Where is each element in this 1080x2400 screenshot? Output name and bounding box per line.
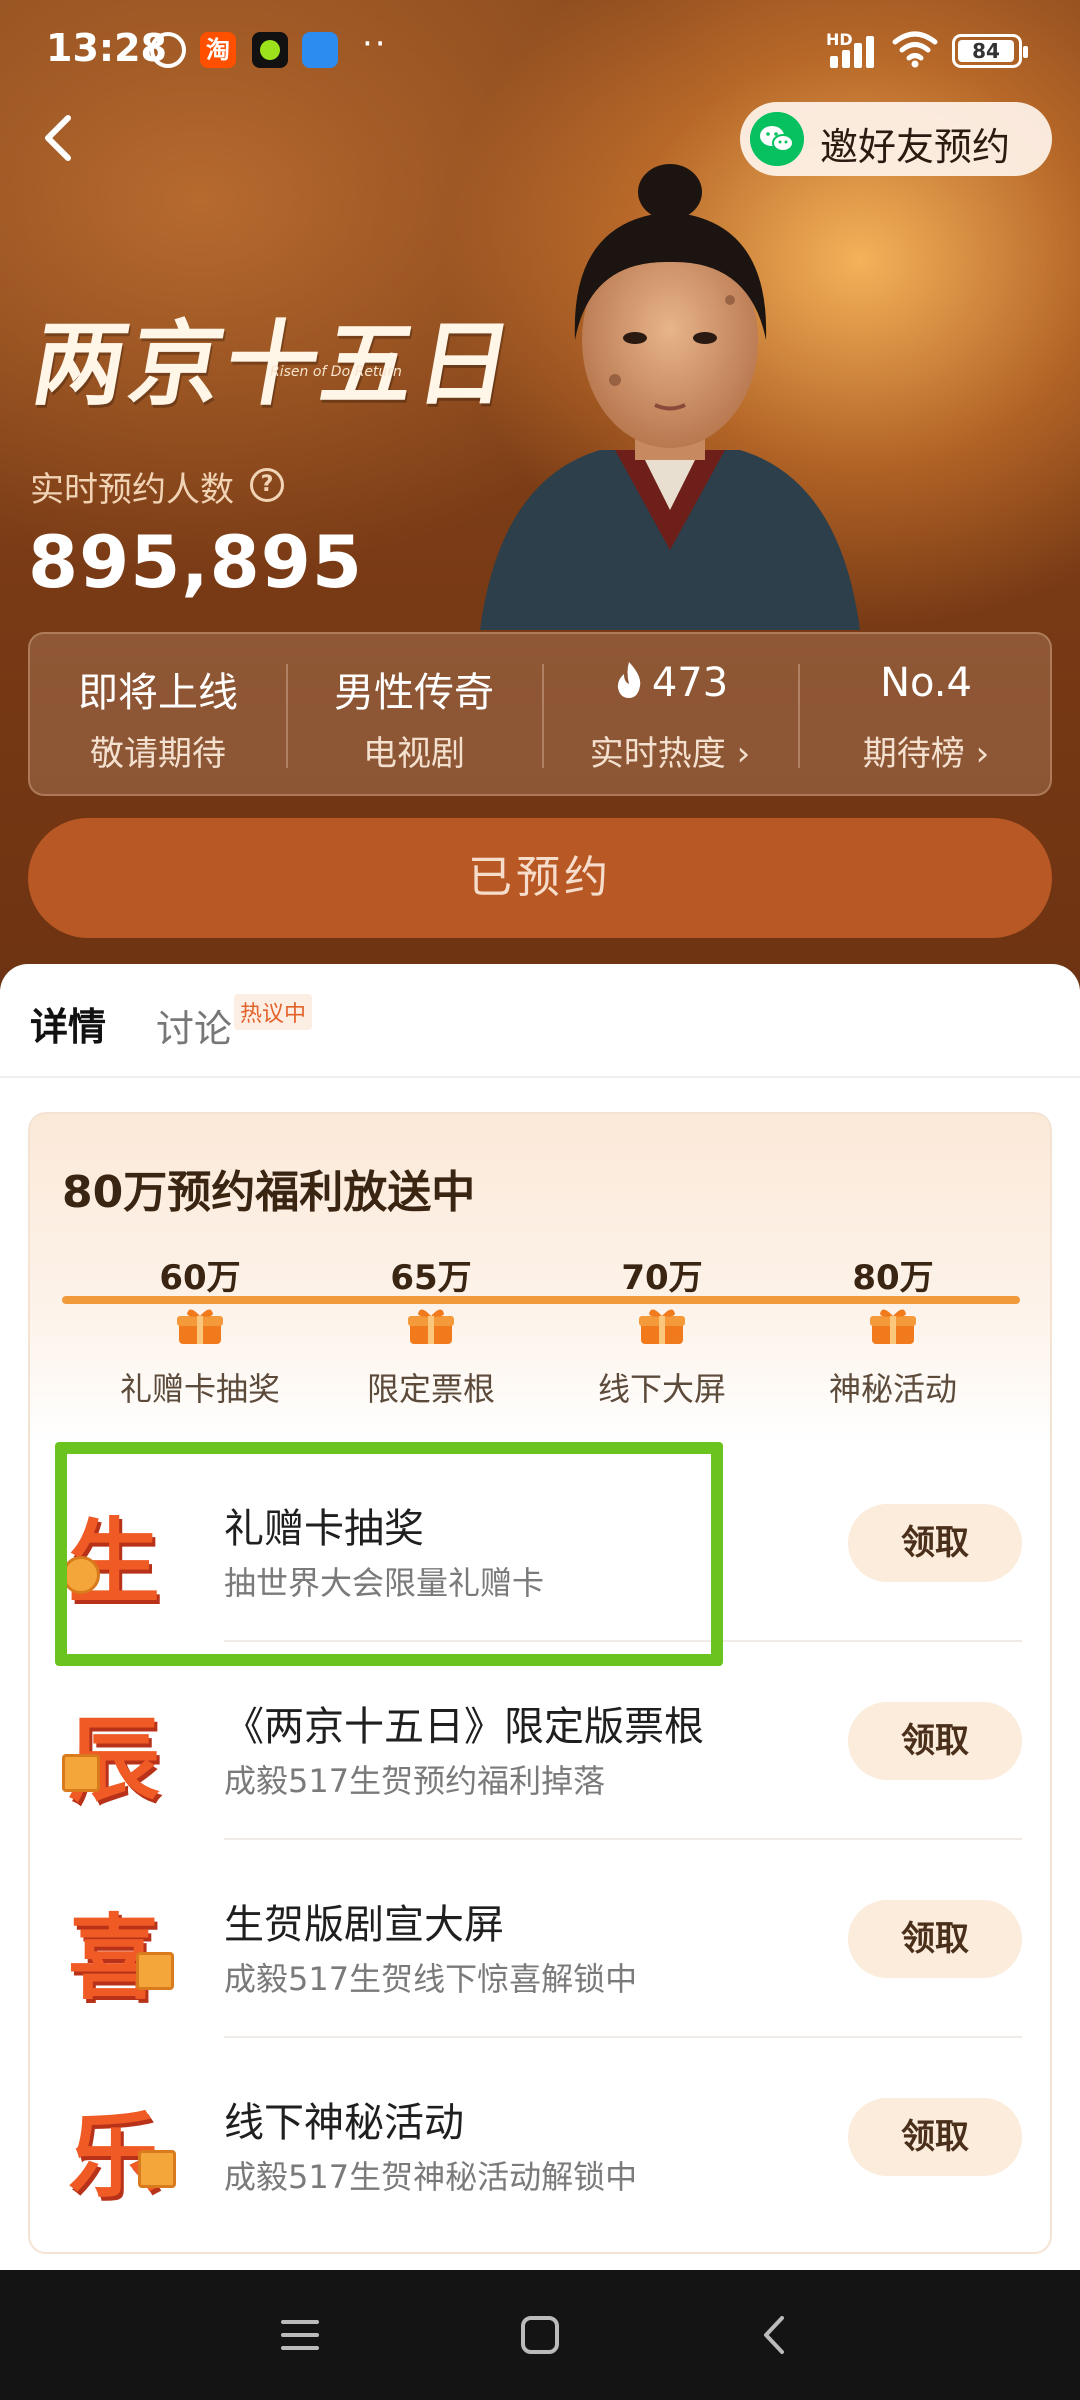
tab-divider (0, 1076, 1080, 1078)
reward-subtitle: 成毅517生贺线下惊喜解锁中 (224, 1960, 638, 1998)
milestone-name: 礼赠卡抽奖 (119, 1370, 280, 1408)
reward-title: 生贺版剧宣大屏 (224, 1902, 504, 1948)
reserved-button[interactable]: 已预约 (28, 818, 1052, 938)
reward-item: 喜 生贺版剧宣大屏 成毅517生贺线下惊喜解锁中 领取 (30, 1840, 1054, 2038)
battery-level: 84 (958, 40, 1014, 62)
app-notification-icon (252, 32, 288, 68)
milestone-name: 限定票根 (366, 1370, 495, 1408)
status-bar: 13:28 淘 ·· HD 84 (0, 0, 1080, 100)
reward-subtitle: 成毅517生贺预约福利掉落 (224, 1762, 606, 1800)
show-title-logo-subtitle: Risen of Do Return (270, 364, 402, 380)
reward-badge-char: 乐 (68, 2102, 161, 2210)
stat-caption: 电视剧 (363, 734, 465, 774)
stat-value: 即将上线 (78, 670, 238, 716)
home-icon[interactable] (515, 2310, 565, 2360)
more-notifications-icon: ·· (362, 24, 388, 64)
alarm-icon (150, 32, 186, 68)
gift-icon (639, 1309, 685, 1344)
flame-icon (617, 662, 641, 698)
wifi-icon (892, 31, 938, 68)
stat-release-status: 即将上线 敬请期待 (30, 634, 286, 798)
welfare-card: 80万预约福利放送中 60万 礼赠卡抽奖 65万 限定票根 70万 线下大屏 8… (28, 1112, 1052, 2254)
gift-icon (177, 1309, 223, 1344)
actor-portrait (480, 164, 860, 630)
taobao-icon: 淘 (200, 32, 236, 68)
milestone-amount: 80万 (852, 1258, 934, 1298)
reservation-count-label: 实时预约人数 (30, 470, 234, 510)
milestone-amount: 60万 (159, 1258, 241, 1298)
tab-discussion[interactable]: 讨论 (156, 998, 232, 1053)
stat-value: 男性传奇 (334, 670, 494, 716)
message-notification-icon (302, 32, 338, 68)
reward-badge-icon: 乐 (62, 2078, 182, 2210)
stat-caption: 敬请期待 (90, 734, 226, 774)
stat-value: 473 (651, 660, 729, 706)
question-circle-icon[interactable]: ? (250, 468, 284, 502)
stat-expectation-rank[interactable]: No.4 期待榜 › (798, 634, 1054, 798)
status-time: 13:28 (46, 26, 167, 70)
stat-genre: 男性传奇 电视剧 (286, 634, 542, 798)
reward-title: 线下神秘活动 (224, 2100, 464, 2146)
menu-icon[interactable] (275, 2310, 325, 2360)
stat-live-heat[interactable]: 473 实时热度 › (542, 634, 798, 798)
milestone-amount: 70万 (621, 1258, 703, 1298)
stat-caption: 期待榜 › (862, 734, 990, 774)
back-arrow-icon[interactable] (30, 108, 90, 168)
system-navigation-bar (0, 2270, 1080, 2400)
screen-icon (136, 1952, 174, 1990)
gift-icon (870, 1309, 916, 1344)
reward-badge-icon: 辰 (62, 1682, 182, 1814)
claim-button[interactable]: 领取 (848, 2098, 1022, 2176)
tab-detail[interactable]: 详情 (30, 996, 106, 1051)
signal-icon (830, 34, 880, 68)
reward-item: 辰 《两京十五日》限定版票根 成毅517生贺预约福利掉落 领取 (30, 1642, 1054, 1840)
stat-value: No.4 (880, 660, 972, 706)
claim-button[interactable]: 领取 (848, 1702, 1022, 1780)
milestone-amount: 65万 (390, 1258, 472, 1298)
claim-button[interactable]: 领取 (848, 1504, 1022, 1582)
reward-badge-char: 辰 (68, 1706, 161, 1814)
reward-item: 乐 线下神秘活动 成毅517生贺神秘活动解锁中 领取 (30, 2038, 1054, 2236)
highlight-box (55, 1442, 723, 1666)
battery-icon: 84 (952, 34, 1028, 68)
milestone-name: 神秘活动 (828, 1370, 957, 1408)
stat-value-row: 473 (542, 660, 798, 706)
hot-discussion-badge: 热议中 (234, 994, 313, 1030)
welfare-title: 80万预约福利放送中 (62, 1167, 476, 1218)
claim-button[interactable]: 领取 (848, 1900, 1022, 1978)
show-stats-panel: 即将上线 敬请期待 男性传奇 电视剧 473 实时热度 › No.4 期待榜 › (28, 632, 1052, 796)
stat-caption: 实时热度 › (589, 734, 751, 774)
reward-badge-icon: 喜 (62, 1880, 182, 2012)
reservation-count: 895,895 (28, 520, 363, 604)
reward-title: 《两京十五日》限定版票根 (224, 1704, 704, 1750)
ticket-icon (62, 1754, 100, 1792)
gift-icon (408, 1309, 454, 1344)
reward-badge-char: 喜 (68, 1904, 161, 2012)
gift-box-icon (138, 2150, 176, 2188)
reward-subtitle: 成毅517生贺神秘活动解锁中 (224, 2158, 638, 2196)
back-nav-icon[interactable] (750, 2310, 800, 2360)
hero-banner: 13:28 淘 ·· HD 84 邀好友预约 两京十五日 Risen of Do… (0, 0, 1080, 990)
milestone-name: 线下大屏 (597, 1370, 726, 1408)
